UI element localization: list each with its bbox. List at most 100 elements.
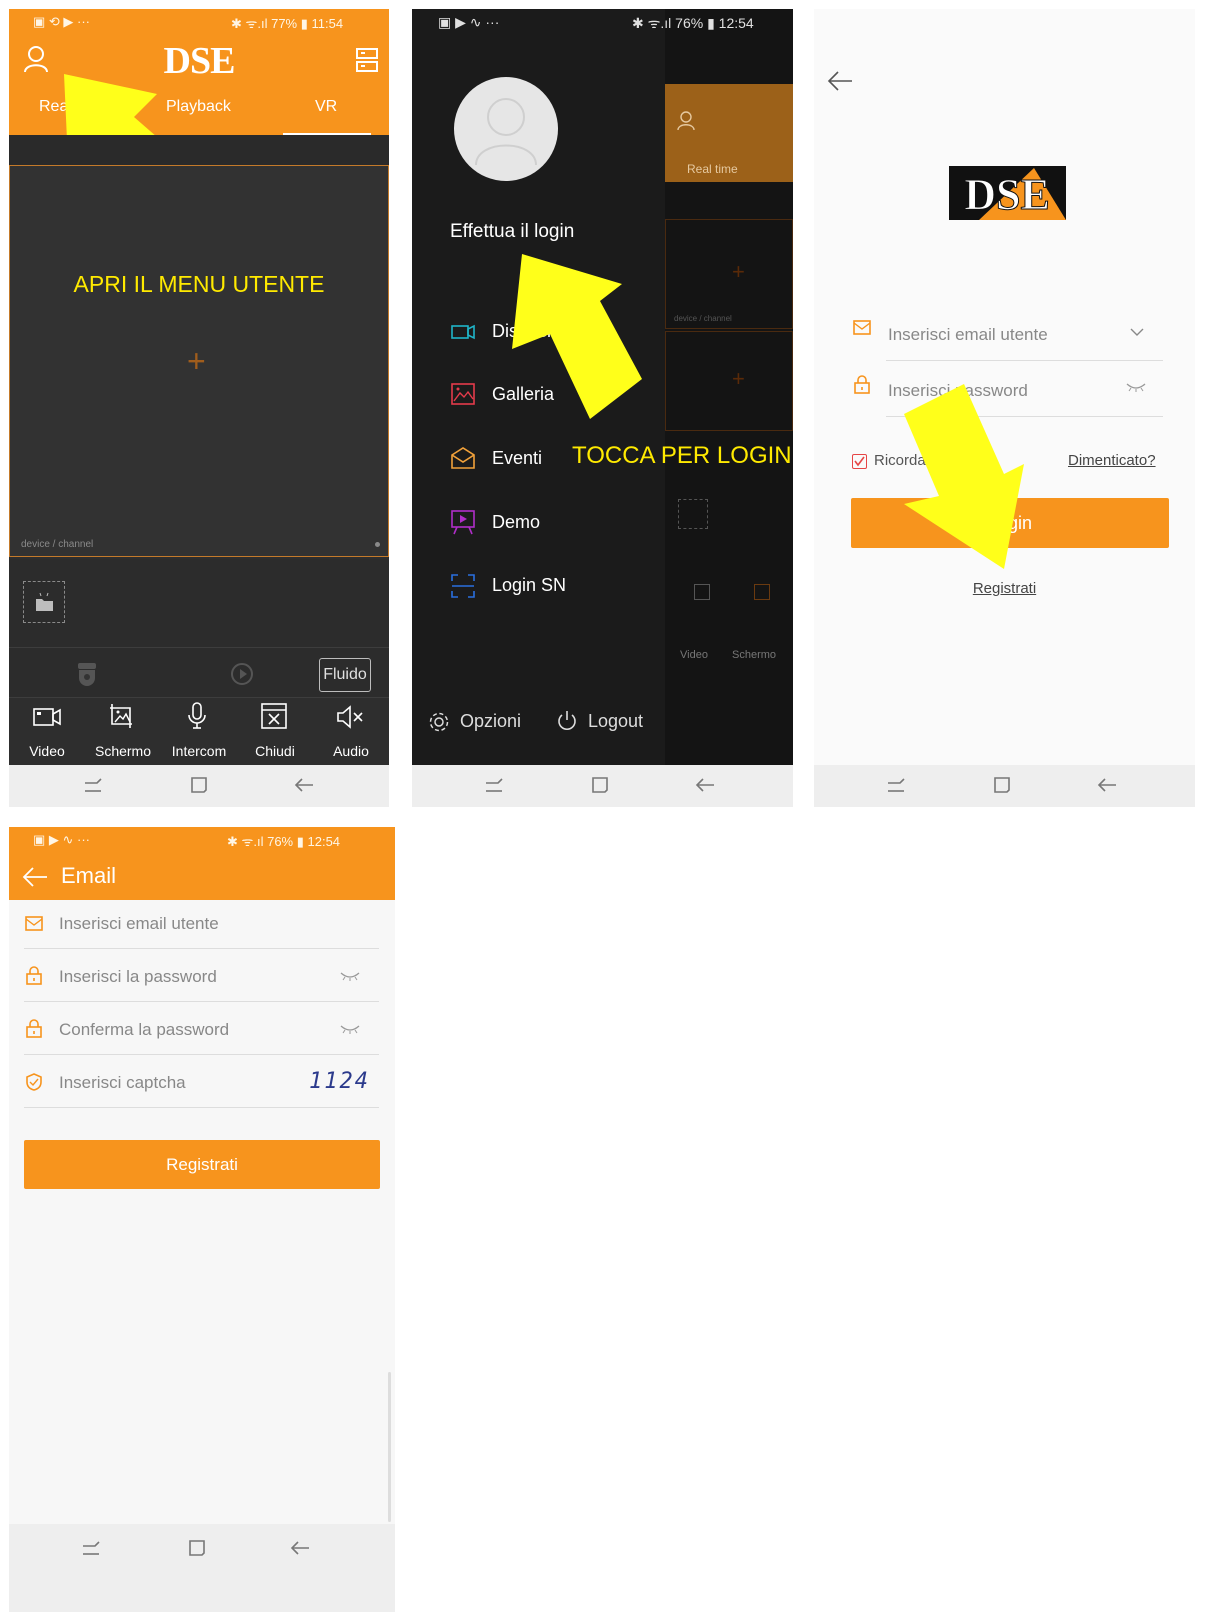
recent-apps-icon[interactable] xyxy=(81,1540,101,1558)
lock-icon xyxy=(26,966,42,985)
bg-single-view-icon xyxy=(694,584,710,600)
bg-folder xyxy=(678,499,708,529)
scrollbar[interactable] xyxy=(388,1372,391,1522)
field-divider xyxy=(24,1054,379,1055)
captcha-field[interactable]: Inserisci captcha xyxy=(59,1073,186,1093)
back-nav-icon[interactable] xyxy=(289,1538,311,1558)
confirm-password-field[interactable]: Conferma la password xyxy=(59,1020,229,1040)
back-icon[interactable] xyxy=(293,775,315,795)
system-nav-bar xyxy=(9,765,389,807)
screen-register-email: ▣ ▶ ∿ ··· ✱ ᯤ.ıl 76% ▮ 12:54 Email Inser… xyxy=(9,827,395,1612)
screenshot-icon[interactable] xyxy=(108,702,136,732)
chevron-down-icon[interactable] xyxy=(1129,327,1145,337)
bg-device-label: device / channel xyxy=(674,314,732,323)
toolbar-intercom[interactable]: Intercom xyxy=(161,743,237,759)
forgot-password-link[interactable]: Dimenticato? xyxy=(1068,452,1156,469)
recent-apps-icon[interactable] xyxy=(886,777,906,795)
eye-closed-icon[interactable] xyxy=(1125,381,1147,393)
screen-side-menu: Real time + device / channel + Video Sch… xyxy=(412,9,793,807)
back-icon[interactable] xyxy=(21,865,49,889)
menu-item-eventi[interactable]: Eventi xyxy=(492,448,542,469)
recent-apps-icon[interactable] xyxy=(83,777,103,795)
toolbar-audio[interactable]: Audio xyxy=(313,743,389,759)
email-field[interactable]: Inserisci email utente xyxy=(888,325,1048,345)
device-channel-label: device / channel xyxy=(21,539,94,550)
home-icon[interactable] xyxy=(189,775,209,795)
eye-closed-icon[interactable] xyxy=(339,970,361,982)
user-icon xyxy=(677,111,695,131)
avatar[interactable] xyxy=(454,77,558,181)
bg-grid-icon xyxy=(754,584,770,600)
register-link[interactable]: Registrati xyxy=(814,580,1195,597)
system-nav-bar xyxy=(9,1524,395,1612)
system-nav-bar xyxy=(814,765,1195,807)
add-icon[interactable]: + xyxy=(187,345,206,377)
field-divider xyxy=(886,360,1163,361)
bg-schermo-label: Schermo xyxy=(732,649,777,661)
home-icon[interactable] xyxy=(187,1538,207,1558)
recent-apps-icon[interactable] xyxy=(484,777,504,795)
toolbar-video[interactable]: Video xyxy=(9,743,85,759)
status-left-icons: ▣ ▶ ∿ ··· xyxy=(33,832,90,847)
password-field[interactable]: Inserisci la password xyxy=(59,967,217,987)
annotation-arrow xyxy=(512,254,642,419)
thumbnail-strip xyxy=(9,559,389,647)
close-window-icon[interactable] xyxy=(260,702,288,730)
bg-add-icon-2: + xyxy=(732,366,745,391)
shield-icon xyxy=(26,1073,42,1091)
toolbar-chiudi[interactable]: Chiudi xyxy=(237,743,313,759)
field-divider xyxy=(24,1001,379,1002)
gear-icon[interactable] xyxy=(428,711,450,733)
back-icon[interactable] xyxy=(694,775,716,795)
email-field[interactable]: Inserisci email utente xyxy=(59,914,219,934)
menu-item-demo[interactable]: Demo xyxy=(492,512,540,533)
screen-login: DSE Inserisci email utente Inserisci pas… xyxy=(814,9,1195,807)
demo-icon xyxy=(451,510,475,535)
events-icon xyxy=(451,447,475,469)
svg-text:DSE: DSE xyxy=(964,170,1050,219)
screen-live-view: ▣ ⟲ ▶ ··· ✱ ᯤ.ıl 77% ▮ 11:54 DSE Real ti… xyxy=(9,9,389,807)
status-right: ✱ ᯤ.ıl 76% ▮ 12:54 xyxy=(227,834,341,849)
mail-icon xyxy=(25,916,43,931)
field-divider xyxy=(24,948,379,949)
toolbar-schermo[interactable]: Schermo xyxy=(85,743,161,759)
back-icon[interactable] xyxy=(826,69,854,93)
quality-button[interactable]: Fluido xyxy=(319,658,371,692)
status-dot xyxy=(375,542,380,547)
annotation-text: APRI IL MENU UTENTE xyxy=(73,271,325,297)
camera-icon[interactable] xyxy=(32,704,62,730)
camera-icon xyxy=(451,324,475,340)
folder-icon[interactable] xyxy=(23,581,65,623)
register-button[interactable]: Registrati xyxy=(24,1140,380,1189)
playback-icon[interactable] xyxy=(229,661,257,687)
annotation-text: TOCCA PER LOGIN xyxy=(572,442,792,469)
bg-tab-realtime: Real time xyxy=(687,162,738,176)
system-nav-bar xyxy=(412,765,793,807)
scan-icon xyxy=(451,574,475,598)
dse-logo: DSE xyxy=(949,166,1066,220)
field-divider xyxy=(24,1107,379,1108)
lock-icon xyxy=(854,375,870,394)
remember-checkbox[interactable] xyxy=(852,454,867,469)
status-left-icons: ▣ ▶ ∿ ··· xyxy=(438,14,500,30)
annotation-arrow xyxy=(904,384,1024,569)
mute-icon[interactable] xyxy=(335,703,365,731)
back-nav-icon[interactable] xyxy=(1096,775,1118,795)
page-title: Email xyxy=(61,863,117,888)
logout-button[interactable]: Logout xyxy=(588,711,643,732)
ptz-icon[interactable] xyxy=(75,661,99,689)
home-icon[interactable] xyxy=(590,775,610,795)
options-button[interactable]: Opzioni xyxy=(460,711,521,732)
mail-icon xyxy=(853,320,871,335)
power-icon[interactable] xyxy=(556,709,578,733)
bg-add-icon: + xyxy=(732,259,745,284)
spacer xyxy=(9,135,389,165)
microphone-icon[interactable] xyxy=(185,701,209,733)
bg-player xyxy=(665,219,793,329)
captcha-image[interactable]: 1124 xyxy=(309,1069,370,1094)
menu-item-login-sn[interactable]: Login SN xyxy=(492,575,566,596)
status-right: ✱ ᯤ.ıl 76% ▮ 12:54 xyxy=(632,15,754,31)
home-icon[interactable] xyxy=(992,775,1012,795)
bg-video-label: Video xyxy=(680,649,708,661)
eye-closed-icon[interactable] xyxy=(339,1023,361,1035)
